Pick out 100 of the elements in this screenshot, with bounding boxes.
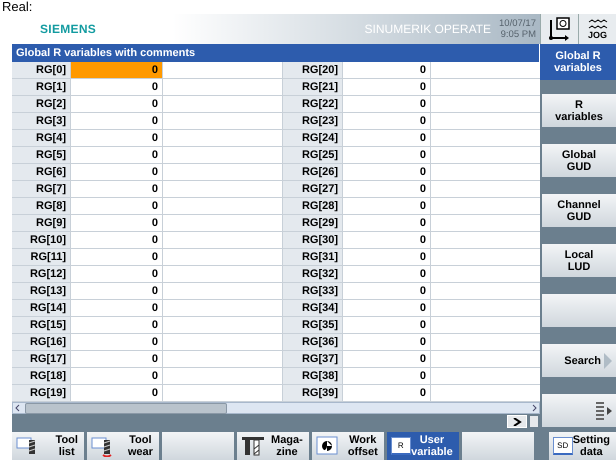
value-cell[interactable]: 0	[342, 147, 430, 163]
value-cell[interactable]: 0	[70, 96, 162, 112]
softkey[interactable]: R variables	[542, 94, 616, 127]
chevron-icon	[512, 418, 522, 426]
variable-name: RG[11]	[12, 249, 70, 265]
variable-name: RG[25]	[282, 147, 342, 163]
softkey[interactable]: Tool wear	[86, 432, 159, 460]
variable-name: RG[16]	[12, 334, 70, 350]
variable-name: RG[28]	[282, 198, 342, 214]
value-cell[interactable]: 0	[70, 385, 162, 401]
wave-icon	[588, 18, 608, 30]
variable-name: RG[19]	[12, 385, 70, 401]
variable-name: RG[17]	[12, 351, 70, 367]
value-cell[interactable]: 0	[342, 385, 430, 401]
scroll-thumb[interactable]	[25, 402, 227, 414]
value-cell[interactable]: 0	[342, 198, 430, 214]
variable-name: RG[1]	[12, 79, 70, 95]
variable-name: RG[34]	[282, 300, 342, 316]
value-cell[interactable]: 0	[70, 283, 162, 299]
value-cell[interactable]: 0	[70, 62, 162, 78]
value-cell[interactable]: 0	[342, 300, 430, 316]
softkey[interactable]: Local LUD	[542, 244, 616, 277]
value-cell[interactable]: 0	[342, 266, 430, 282]
softkey[interactable]	[542, 294, 616, 327]
value-cell[interactable]: 0	[70, 317, 162, 333]
variable-name: RG[9]	[12, 215, 70, 231]
variable-name: RG[13]	[12, 283, 70, 299]
value-cell[interactable]: 0	[70, 215, 162, 231]
variable-name: RG[24]	[282, 130, 342, 146]
softkey[interactable]: Channel GUD	[542, 194, 616, 227]
value-cell[interactable]: 0	[342, 79, 430, 95]
more-softkey[interactable]	[542, 394, 616, 427]
value-cell[interactable]: 0	[70, 79, 162, 95]
variable-name: RG[3]	[12, 113, 70, 129]
softkey[interactable]: Work offset	[312, 432, 384, 460]
brand-logo: SIEMENS	[40, 22, 96, 36]
variable-name: RG[23]	[282, 113, 342, 129]
variable-name: RG[15]	[12, 317, 70, 333]
variable-name: RG[37]	[282, 351, 342, 367]
variable-name: RG[6]	[12, 164, 70, 180]
softkey[interactable]: Global GUD	[542, 144, 616, 177]
variable-name: RG[27]	[282, 181, 342, 197]
value-cell[interactable]: 0	[342, 351, 430, 367]
variable-name: RG[20]	[282, 62, 342, 78]
value-cell[interactable]: 0	[70, 164, 162, 180]
softkey[interactable]: Global R variables	[540, 44, 616, 80]
value-cell[interactable]: 0	[70, 198, 162, 214]
variable-name: RG[14]	[12, 300, 70, 316]
value-cell[interactable]: 0	[342, 130, 430, 146]
value-cell[interactable]: 0	[342, 232, 430, 248]
variable-name: RG[4]	[12, 130, 70, 146]
value-cell[interactable]: 0	[342, 249, 430, 265]
value-cell[interactable]: 0	[70, 181, 162, 197]
value-cell[interactable]: 0	[342, 317, 430, 333]
value-cell[interactable]: 0	[342, 334, 430, 350]
value-cell[interactable]: 0	[70, 113, 162, 129]
value-cell[interactable]: 0	[342, 181, 430, 197]
mode-label: JOG	[588, 30, 607, 40]
value-cell[interactable]: 0	[342, 96, 430, 112]
value-cell[interactable]: 0	[342, 368, 430, 384]
value-cell[interactable]: 0	[342, 215, 430, 231]
badge-icon: R	[390, 437, 411, 455]
softkey[interactable]	[162, 432, 234, 460]
magazine-icon	[240, 435, 265, 457]
value-cell[interactable]: 0	[342, 62, 430, 78]
variable-name: RG[32]	[282, 266, 342, 282]
value-cell[interactable]: 0	[342, 113, 430, 129]
target-icon	[316, 436, 338, 456]
variable-name: RG[12]	[12, 266, 70, 282]
value-cell[interactable]: 0	[70, 351, 162, 367]
variable-name: RG[38]	[282, 368, 342, 384]
variable-name: RG[10]	[12, 232, 70, 248]
value-cell[interactable]: 0	[70, 249, 162, 265]
value-cell[interactable]: 0	[342, 283, 430, 299]
variable-name: RG[18]	[12, 368, 70, 384]
caption: Real:	[2, 0, 32, 14]
variable-name: RG[2]	[12, 96, 70, 112]
variable-name: RG[22]	[282, 96, 342, 112]
value-cell[interactable]: 0	[70, 147, 162, 163]
value-cell[interactable]: 0	[70, 266, 162, 282]
value-cell[interactable]: 0	[70, 368, 162, 384]
softkey[interactable]: Tool list	[12, 432, 84, 460]
variable-name: RG[21]	[282, 79, 342, 95]
panel-title: Global R variables with comments	[12, 44, 540, 62]
value-cell[interactable]: 0	[70, 300, 162, 316]
product-name: SINUMERIK OPERATE	[364, 22, 492, 36]
value-cell[interactable]: 0	[70, 130, 162, 146]
value-cell[interactable]: 0	[342, 164, 430, 180]
variable-name: RG[29]	[282, 215, 342, 231]
value-cell[interactable]: 0	[70, 232, 162, 248]
next-button[interactable]	[507, 415, 527, 428]
scroll-corner	[530, 416, 538, 427]
value-cell[interactable]: 0	[70, 334, 162, 350]
scrollbar[interactable]	[12, 402, 540, 414]
variable-name: RG[35]	[282, 317, 342, 333]
variable-name: RG[39]	[282, 385, 342, 401]
softkey[interactable]: Maga- zine	[236, 432, 309, 460]
search-softkey[interactable]: Search	[542, 344, 616, 377]
variable-name: RG[7]	[12, 181, 70, 197]
badge-icon: SD	[552, 437, 573, 455]
